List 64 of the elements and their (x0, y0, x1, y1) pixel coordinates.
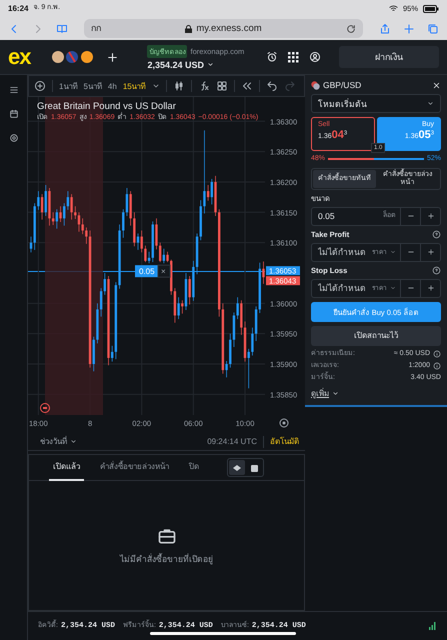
share-icon[interactable] (379, 22, 391, 34)
address-bar[interactable]: กก my.exness.com (84, 19, 363, 38)
positions-tab[interactable]: เปิดแล้ว (49, 454, 84, 480)
positions-tab[interactable]: คำสั่งซื้อขายล่วงหน้า (96, 454, 173, 480)
plus-icon (426, 284, 434, 292)
help-icon (432, 266, 441, 275)
undo-icon[interactable] (266, 80, 278, 92)
chevron-down-icon (70, 438, 77, 445)
layers-view-button[interactable] (229, 460, 245, 475)
chevron-down-icon (332, 390, 339, 397)
help-icon (432, 230, 441, 239)
chevron-down-icon (390, 249, 396, 256)
cancel-button[interactable]: เปิดสถานะไว้ (311, 326, 441, 346)
balance-selector[interactable]: 2,354.24 USD (147, 60, 244, 70)
target-icon[interactable] (280, 418, 288, 428)
chevron-down-icon (207, 61, 214, 68)
signal-icon (429, 622, 437, 630)
url-text: my.exness.com (196, 22, 262, 34)
close-icon[interactable] (432, 80, 441, 90)
timeframe-tab[interactable]: 5นาที (83, 80, 102, 92)
event-marker-icon[interactable] (40, 403, 50, 413)
positions-tab[interactable]: ปิด (185, 454, 203, 480)
chevron-down-icon (152, 82, 160, 90)
address-prefix: กก (91, 23, 101, 34)
symbol-name: GBP/USD (323, 80, 362, 90)
plus-icon (426, 212, 434, 220)
tabs-icon[interactable] (427, 22, 439, 34)
candles-icon[interactable] (172, 80, 185, 92)
layers-icon (233, 464, 241, 470)
layout-icon[interactable] (216, 80, 228, 92)
battery-icon (423, 4, 439, 12)
apps-grid-icon[interactable] (288, 52, 299, 62)
new-tab-icon[interactable] (403, 22, 415, 34)
mode-dropdown[interactable]: โหมดเริ่มต้น (311, 94, 441, 114)
date-range-button[interactable]: ช่วงวันที่ (40, 435, 77, 448)
volume-input[interactable]: 0.05 (312, 208, 383, 225)
add-indicator-icon[interactable] (34, 80, 46, 92)
user-icon[interactable] (309, 51, 321, 63)
wifi-icon (388, 4, 398, 13)
plus-icon (426, 248, 434, 256)
timeframe-tab[interactable]: 15นาที (122, 80, 146, 92)
lock-icon (185, 24, 192, 32)
logo[interactable]: ex (8, 44, 30, 70)
reload-icon[interactable] (346, 24, 356, 34)
close-order-button[interactable]: × (158, 264, 170, 278)
calendar-icon[interactable] (8, 109, 18, 119)
show-more-button[interactable]: ดูเพิ่ม (311, 386, 441, 400)
currency-pair-icon (311, 80, 320, 90)
chart-title: Great Britain Pound vs US Dollar (37, 101, 177, 112)
add-icon[interactable] (106, 50, 120, 64)
empty-state-text: ไม่มีคำสั่งซื้อขายที่เปิดอยู่ (120, 554, 213, 565)
chevron-down-icon (427, 100, 434, 108)
settings-icon[interactable] (8, 133, 18, 143)
deposit-button[interactable]: ฝากเงิน (339, 46, 439, 68)
timeframe-tab[interactable]: 4h (108, 82, 117, 90)
replay-icon[interactable] (240, 80, 253, 92)
book-icon[interactable] (56, 22, 68, 34)
timeframe-tab[interactable]: 1นาที (59, 80, 78, 92)
status-time: 16:24 (8, 4, 28, 14)
chart-clock: 09:24:14 UTC (207, 436, 257, 446)
auto-scale-button[interactable]: อัตโนมัติ (270, 435, 299, 448)
chevron-down-icon (390, 285, 396, 292)
alarm-icon[interactable] (266, 51, 278, 63)
menu-icon[interactable] (8, 85, 18, 95)
